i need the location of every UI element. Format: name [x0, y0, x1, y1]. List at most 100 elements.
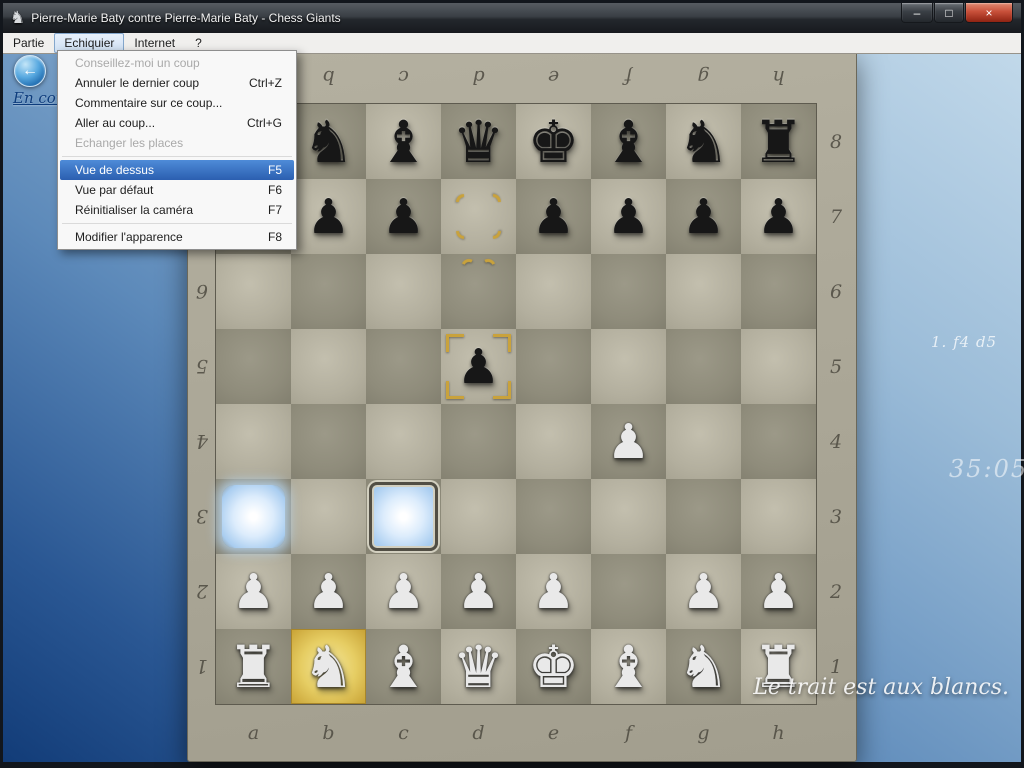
- square-f5[interactable]: [591, 329, 666, 404]
- coord-label-a: a: [216, 704, 291, 761]
- square-f6[interactable]: [591, 254, 666, 329]
- black-rook-h8[interactable]: ♜: [741, 104, 816, 179]
- black-pawn-d5[interactable]: ♟: [441, 329, 516, 404]
- game-clock: 35:05: [949, 455, 1024, 483]
- menu-item-echanger-les-places: Echanger les places: [60, 133, 294, 153]
- square-g3[interactable]: [666, 479, 741, 554]
- square-g6[interactable]: [666, 254, 741, 329]
- menu-item-reinitialiser-la-camera[interactable]: Réinitialiser la caméraF7: [60, 200, 294, 220]
- minimize-button[interactable]: –: [901, 3, 933, 23]
- coord-label-3: 3: [188, 479, 216, 554]
- menu-item-label: Commentaire sur ce coup...: [75, 96, 222, 110]
- square-d4[interactable]: [441, 404, 516, 479]
- square-h6[interactable]: [741, 254, 816, 329]
- square-h4[interactable]: [741, 404, 816, 479]
- white-bishop-c1[interactable]: ♝: [366, 629, 441, 704]
- menu-item-modifier-apparence[interactable]: Modifier l'apparence F8: [60, 227, 294, 247]
- menu-item-label: Modifier l'apparence: [75, 230, 183, 244]
- close-button[interactable]: ×: [965, 3, 1013, 23]
- white-queen-d1[interactable]: ♛: [441, 629, 516, 704]
- move-trail-icon: [453, 191, 476, 214]
- menu-separator: [62, 156, 292, 157]
- menu-item-vue-de-dessus[interactable]: Vue de dessusF5: [60, 160, 294, 180]
- black-bishop-f8[interactable]: ♝: [591, 104, 666, 179]
- menu-item-shortcut: F8: [240, 230, 282, 244]
- menu-item-label: Aller au coup...: [75, 116, 155, 130]
- menu-item-shortcut: F6: [240, 183, 282, 197]
- white-knight-b1[interactable]: ♞: [291, 629, 366, 704]
- white-pawn-d2[interactable]: ♟: [441, 554, 516, 629]
- square-g4[interactable]: [666, 404, 741, 479]
- menu-separator: [62, 223, 292, 224]
- square-b3[interactable]: [291, 479, 366, 554]
- move-trail-icon: [478, 257, 498, 277]
- black-knight-b8[interactable]: ♞: [291, 104, 366, 179]
- square-e3[interactable]: [516, 479, 591, 554]
- square-a5[interactable]: [216, 329, 291, 404]
- marker-move-glow-hover-c3[interactable]: [369, 482, 438, 551]
- files-labels-top: abcdefgh: [216, 51, 816, 104]
- menu-item-annuler-le-dernier-coup[interactable]: Annuler le dernier coupCtrl+Z: [60, 73, 294, 93]
- files-labels-bottom: abcdefgh: [216, 704, 816, 761]
- black-bishop-c8[interactable]: ♝: [366, 104, 441, 179]
- square-e4[interactable]: [516, 404, 591, 479]
- white-bishop-f1[interactable]: ♝: [591, 629, 666, 704]
- coord-label-8: 8: [816, 104, 856, 179]
- menu-item-label: Réinitialiser la caméra: [75, 203, 193, 217]
- window-controls: – □ ×: [900, 3, 1013, 23]
- menubar-item-partie[interactable]: Partie: [3, 33, 54, 53]
- square-e5[interactable]: [516, 329, 591, 404]
- menu-item-aller-au-coup[interactable]: Aller au coup...Ctrl+G: [60, 113, 294, 133]
- black-pawn-e7[interactable]: ♟: [516, 179, 591, 254]
- black-king-e8[interactable]: ♚: [516, 104, 591, 179]
- white-pawn-e2[interactable]: ♟: [516, 554, 591, 629]
- square-b5[interactable]: [291, 329, 366, 404]
- menu-item-label: Vue par défaut: [75, 183, 153, 197]
- square-c5[interactable]: [366, 329, 441, 404]
- white-pawn-f4[interactable]: ♟: [591, 404, 666, 479]
- square-h5[interactable]: [741, 329, 816, 404]
- black-pawn-h7[interactable]: ♟: [741, 179, 816, 254]
- coord-label-6: 6: [188, 254, 216, 329]
- turn-status: Le trait est aux blancs.: [753, 675, 1009, 700]
- square-f2[interactable]: [591, 554, 666, 629]
- white-pawn-h2[interactable]: ♟: [741, 554, 816, 629]
- black-pawn-f7[interactable]: ♟: [591, 179, 666, 254]
- square-b6[interactable]: [291, 254, 366, 329]
- white-rook-a1[interactable]: ♜: [216, 629, 291, 704]
- white-knight-g1[interactable]: ♞: [666, 629, 741, 704]
- move-trail-icon: [482, 220, 505, 243]
- white-pawn-c2[interactable]: ♟: [366, 554, 441, 629]
- app-window: ♞ Pierre-Marie Baty contre Pierre-Marie …: [0, 0, 1024, 768]
- square-h3[interactable]: [741, 479, 816, 554]
- maximize-button[interactable]: □: [934, 3, 964, 23]
- black-knight-g8[interactable]: ♞: [666, 104, 741, 179]
- square-d3[interactable]: [441, 479, 516, 554]
- coord-label-h: h: [741, 51, 816, 104]
- white-king-e1[interactable]: ♚: [516, 629, 591, 704]
- square-a6[interactable]: [216, 254, 291, 329]
- square-b4[interactable]: [291, 404, 366, 479]
- app-icon: ♞: [10, 8, 25, 28]
- square-c4[interactable]: [366, 404, 441, 479]
- square-e6[interactable]: [516, 254, 591, 329]
- menu-item-label: Echanger les places: [75, 136, 183, 150]
- black-pawn-c7[interactable]: ♟: [366, 179, 441, 254]
- black-queen-d8[interactable]: ♛: [441, 104, 516, 179]
- menu-item-shortcut: F5: [240, 163, 282, 177]
- square-c6[interactable]: [366, 254, 441, 329]
- square-g5[interactable]: [666, 329, 741, 404]
- square-a4[interactable]: [216, 404, 291, 479]
- marker-move-glow-a3[interactable]: [222, 485, 285, 548]
- white-pawn-g2[interactable]: ♟: [666, 554, 741, 629]
- menu-item-commentaire-sur-ce-coup[interactable]: Commentaire sur ce coup...: [60, 93, 294, 113]
- back-button[interactable]: ←: [14, 55, 46, 87]
- board-grid: ♜♞♝♛♚♝♞♜♟♟♟♟♟♟♟♟♟♟♟♟♟♟♟♟♜♞♝♛♚♝♞♜: [216, 104, 816, 704]
- white-pawn-b2[interactable]: ♟: [291, 554, 366, 629]
- black-pawn-g7[interactable]: ♟: [666, 179, 741, 254]
- square-f3[interactable]: [591, 479, 666, 554]
- coord-label-e: e: [516, 51, 591, 104]
- black-pawn-b7[interactable]: ♟: [291, 179, 366, 254]
- menu-item-vue-par-defaut[interactable]: Vue par défaut F6: [60, 180, 294, 200]
- white-pawn-a2[interactable]: ♟: [216, 554, 291, 629]
